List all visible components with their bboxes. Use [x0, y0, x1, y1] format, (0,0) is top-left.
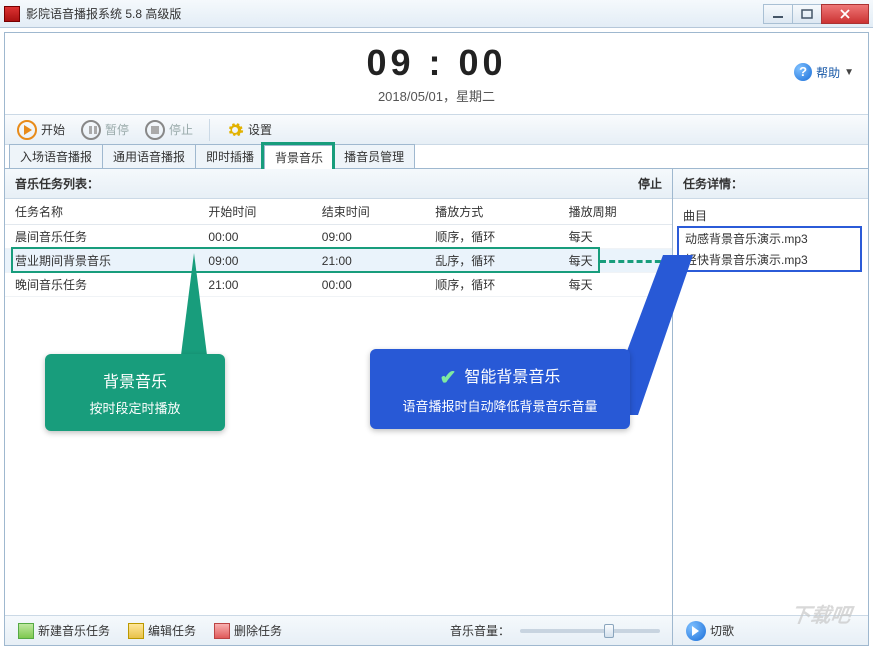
maximize-button[interactable] [792, 4, 822, 24]
new-task-button[interactable]: 新建音乐任务 [11, 619, 117, 642]
play-icon [17, 120, 37, 140]
clock-date: 2018/05/01，星期二 [366, 86, 506, 105]
callout-blue: ✔ 智能背景音乐 语音播报时自动降低背景音乐音量 [370, 349, 630, 429]
tab-4[interactable]: 播音员管理 [333, 144, 415, 168]
right-pane: 任务详情： 曲目 动感背景音乐演示.mp3轻快背景音乐演示.mp3 切歌 [673, 169, 868, 645]
check-icon: ✔ [440, 367, 457, 389]
clock-area: 09 : 00 2018/05/01，星期二 ? 帮助 ▼ [5, 33, 868, 115]
pause-button[interactable]: 暂停 [75, 118, 135, 142]
table-header-cell[interactable]: 任务名称 [5, 199, 198, 225]
list-item[interactable]: 动感背景音乐演示.mp3 [673, 228, 868, 249]
table-header-cell[interactable]: 播放方式 [425, 199, 558, 225]
table-row[interactable]: 晚间音乐任务21:0000:00顺序，循环每天 [5, 273, 672, 297]
play-status: 停止 [638, 175, 662, 192]
detail-body: 曲目 动感背景音乐演示.mp3轻快背景音乐演示.mp3 [673, 199, 868, 615]
left-bottom-toolbar: 新建音乐任务 编辑任务 删除任务 音乐音量： [5, 615, 672, 645]
help-button[interactable]: ? 帮助 ▼ [794, 63, 854, 81]
task-list-label: 音乐任务列表： [15, 175, 99, 192]
table-row[interactable]: 营业期间背景音乐09:0021:00乱序，循环每天 [5, 249, 672, 273]
content-area: 音乐任务列表： 停止 任务名称开始时间结束时间播放方式播放周期 晨间音乐任务00… [5, 169, 868, 645]
left-pane: 音乐任务列表： 停止 任务名称开始时间结束时间播放方式播放周期 晨间音乐任务00… [5, 169, 673, 645]
edit-icon [128, 623, 144, 639]
settings-label: 设置 [248, 121, 272, 138]
main-frame: 09 : 00 2018/05/01，星期二 ? 帮助 ▼ 开始 暂停 停止 设… [4, 32, 869, 646]
main-toolbar: 开始 暂停 停止 设置 [5, 115, 868, 145]
minimize-button[interactable] [763, 4, 793, 24]
callout-green-sub: 按时段定时播放 [65, 398, 205, 417]
chevron-down-icon: ▼ [844, 67, 854, 78]
close-button[interactable] [821, 4, 869, 24]
table-header-cell[interactable]: 结束时间 [312, 199, 425, 225]
tab-2[interactable]: 即时插播 [195, 144, 265, 168]
start-label: 开始 [41, 121, 65, 138]
callout-green: 背景音乐 按时段定时播放 [45, 354, 225, 431]
right-bottom-toolbar: 切歌 [673, 615, 868, 645]
right-pane-header: 任务详情： [673, 169, 868, 199]
task-table[interactable]: 任务名称开始时间结束时间播放方式播放周期 晨间音乐任务00:0009:00顺序，… [5, 199, 672, 297]
edit-task-button[interactable]: 编辑任务 [121, 619, 203, 642]
callout-blue-title: 智能背景音乐 [464, 369, 560, 386]
stop-icon [145, 120, 165, 140]
pause-label: 暂停 [105, 121, 129, 138]
tabs-row: 入场语音播报通用语音播报即时插播背景音乐播音员管理 [5, 145, 868, 169]
callout-green-title: 背景音乐 [65, 368, 205, 392]
tab-1[interactable]: 通用语音播报 [102, 144, 196, 168]
start-button[interactable]: 开始 [11, 118, 71, 142]
clock-time: 09 : 00 [366, 42, 506, 84]
stop-button[interactable]: 停止 [139, 118, 199, 142]
table-header-cell[interactable]: 播放周期 [559, 199, 672, 225]
callout-blue-sub: 语音播报时自动降低背景音乐音量 [390, 396, 610, 415]
settings-button[interactable]: 设置 [220, 119, 278, 141]
table-row[interactable]: 晨间音乐任务00:0009:00顺序，循环每天 [5, 225, 672, 249]
next-icon [686, 621, 706, 641]
callout-green-arrow [180, 253, 208, 363]
left-pane-header: 音乐任务列表： 停止 [5, 169, 672, 199]
add-icon [18, 623, 34, 639]
table-header-cell[interactable]: 开始时间 [198, 199, 311, 225]
volume-thumb[interactable] [604, 624, 614, 638]
window-titlebar: 影院语音播报系统 5.8 高级版 [0, 0, 873, 28]
detail-label: 任务详情： [683, 175, 743, 192]
volume-label: 音乐音量： [450, 622, 510, 639]
skip-button[interactable]: 切歌 [679, 618, 741, 644]
gear-icon [226, 121, 244, 139]
window-title: 影院语音播报系统 5.8 高级版 [26, 5, 764, 22]
volume-slider[interactable] [520, 629, 660, 633]
window-controls [764, 4, 869, 24]
app-icon [4, 6, 20, 22]
toolbar-separator [209, 119, 210, 141]
detail-column: 曲目 [673, 203, 868, 228]
pause-icon [81, 120, 101, 140]
help-label: 帮助 [816, 64, 840, 81]
help-icon: ? [794, 63, 812, 81]
tab-3[interactable]: 背景音乐 [264, 145, 334, 169]
tab-0[interactable]: 入场语音播报 [9, 144, 103, 168]
delete-icon [214, 623, 230, 639]
stop-label: 停止 [169, 121, 193, 138]
delete-task-button[interactable]: 删除任务 [207, 619, 289, 642]
